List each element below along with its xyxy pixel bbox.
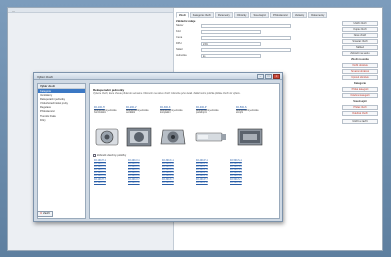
rail-button[interactable]: Uložit zboží: [342, 21, 378, 26]
close-icon: ✕: [40, 212, 43, 215]
rail-action-button[interactable]: Upravit obrázek: [342, 75, 378, 80]
field-input[interactable]: 21%: [201, 42, 261, 46]
field-input[interactable]: [201, 48, 291, 52]
field-input[interactable]: [201, 36, 291, 40]
variant-link[interactable]: RJ-300-K-8: [162, 182, 192, 185]
rail-group-title: Kategorie: [354, 82, 366, 85]
show-all-row: Zobrazit všechny položky: [93, 154, 126, 157]
product-card: RJ-500-S Rekuperační jednotka stropní: [236, 106, 264, 115]
product-image-1[interactable]: [94, 126, 120, 148]
form-row: Název: [176, 24, 336, 28]
tab-6[interactable]: Příslušenství: [270, 12, 291, 18]
dialog-titlebar[interactable]: Výběr zboží – □ ×: [34, 73, 282, 80]
rail-button[interactable]: Kopie zboží: [342, 27, 378, 32]
variant-link-column: RJ-400-P-1 RJ-400-P-2 RJ-400-P-3 RJ-400-P-4…: [196, 160, 226, 185]
product-name: Rekuperační jednotka podstropní: [196, 109, 219, 115]
product-image-4[interactable]: [194, 126, 228, 148]
window-buttons: – □ ×: [257, 74, 280, 79]
rail-action-button[interactable]: Odebrat zboží: [342, 111, 378, 116]
product-name: Rekuperační jednotka vertikální: [126, 109, 149, 115]
field-label: Cena: [176, 36, 183, 39]
product-name: Rekuperační jednotka stropní: [236, 109, 259, 115]
save-and-close-button[interactable]: Uložit a zavřít: [342, 119, 378, 124]
product-card: RJ-100-H Rekuperační jednotka horizontáln…: [94, 106, 122, 115]
tab-5[interactable]: Související: [250, 12, 269, 18]
rail-action-button[interactable]: Vložit obrázek: [342, 63, 378, 68]
product-card: RJ-400-P Rekuperační jednotka podstropní: [196, 106, 224, 115]
form-row: Jednotka ks: [176, 54, 336, 58]
field-label: Název: [176, 24, 184, 27]
field-input[interactable]: [201, 30, 261, 34]
show-all-checkbox[interactable]: [93, 154, 96, 157]
variant-link-column: RJ-100-H-1 RJ-100-H-2 RJ-100-H-3 RJ-100-H-4…: [94, 160, 124, 185]
rail-action-button[interactable]: Odebrat kategorii: [342, 93, 378, 98]
tab-2[interactable]: Kategorie zboží: [189, 12, 214, 18]
tab-8[interactable]: Dokumenty: [308, 12, 328, 18]
field-input[interactable]: ks: [201, 54, 261, 58]
close-window-button[interactable]: ×: [273, 74, 280, 79]
variant-link-column: RJ-500-S-1 RJ-500-S-2 RJ-500-S-3 RJ-500-S-4…: [230, 160, 260, 185]
dialog-close-label: Zavřít: [43, 212, 50, 215]
form-row: Sklad: [176, 48, 336, 52]
tab-4[interactable]: Obrázky: [233, 12, 250, 18]
product-card: RJ-200-V Rekuperační jednotka vertikální: [126, 106, 154, 115]
product-picker-dialog: Výběr zboží – □ × Výběr zboží Kategorie V…: [33, 72, 283, 222]
rail-button[interactable]: Nové zboží: [342, 33, 378, 38]
rail-action-button[interactable]: Přidat zboží: [342, 105, 378, 110]
dialog-close-button[interactable]: ✕ Zavřít: [37, 211, 53, 217]
form-row: Cena: [176, 36, 336, 40]
field-input[interactable]: [201, 24, 291, 28]
dialog-title: Výběr zboží: [37, 74, 53, 79]
variant-link[interactable]: RJ-100-H-8: [94, 182, 124, 185]
product-name: Rekuperační jednotka kompaktní: [160, 109, 183, 115]
variant-link[interactable]: RJ-200-V-8: [128, 182, 158, 185]
variant-link[interactable]: RJ-500-S-8: [230, 182, 260, 185]
rail-button[interactable]: Zobrazit na webu: [342, 51, 378, 56]
rail-group-title: Zboží na webu: [351, 58, 369, 61]
product-name: Rekuperační jednotka horizontální: [94, 109, 117, 115]
field-label: DPH: [176, 42, 182, 45]
breadcrumb: —: [12, 9, 15, 13]
product-image-3[interactable]: [160, 126, 186, 148]
tab-bar: Zboží Kategorie zboží Parametry Obrázky Souv…: [176, 12, 328, 18]
left-panel-titlebar: —: [8, 8, 173, 13]
form-row: Kód: [176, 30, 336, 34]
product-card: RJ-300-K Rekuperační jednotka kompaktní: [160, 106, 188, 115]
rail-action-button[interactable]: Přidat kategorii: [342, 87, 378, 92]
tab-1[interactable]: Zboží: [176, 12, 189, 18]
product-image-5[interactable]: [236, 126, 264, 148]
rail-group-title: Související: [353, 100, 367, 103]
form-row: DPH 21%: [176, 42, 336, 46]
category-list: Kategorie Ventilátory Rekuperační jednotky…: [38, 89, 85, 123]
field-label: Sklad: [176, 48, 183, 51]
category-sidebar: Výběr zboží Kategorie Ventilátory Rekupera…: [37, 83, 86, 219]
rail-action-button[interactable]: Smazat obrázek: [342, 69, 378, 74]
variant-link-column: RJ-300-K-1 RJ-300-K-2 RJ-300-K-3 RJ-300-K-4…: [162, 160, 192, 185]
variant-link[interactable]: RJ-400-P-8: [196, 182, 226, 185]
field-label: Kód: [176, 30, 181, 33]
category-item[interactable]: Filtry: [38, 118, 85, 122]
maximize-button[interactable]: □: [265, 74, 272, 79]
rail-button[interactable]: Náhled: [342, 45, 378, 50]
tab-7[interactable]: Varianty: [291, 12, 308, 18]
variant-link-column: RJ-200-V-1 RJ-200-V-2 RJ-200-V-3 RJ-200-V-4…: [128, 160, 158, 185]
minimize-button[interactable]: –: [257, 74, 264, 79]
field-label: Jednotka: [176, 54, 187, 57]
rail-button[interactable]: Smazat zboží: [342, 39, 378, 44]
form-section-title: Základní údaje: [176, 19, 196, 23]
product-browser: Rekuperační jednotky Vyberte zboží, kter…: [89, 83, 280, 219]
desktop-background: — Zboží Kategorie zboží Parametry Obrázky So…: [0, 0, 391, 257]
category-description: Vyberte zboží, které chcete přidat do se…: [93, 92, 241, 95]
show-all-label: Zobrazit všechny položky: [97, 154, 127, 157]
product-image-2[interactable]: [126, 126, 152, 148]
tab-3[interactable]: Parametry: [214, 12, 233, 18]
